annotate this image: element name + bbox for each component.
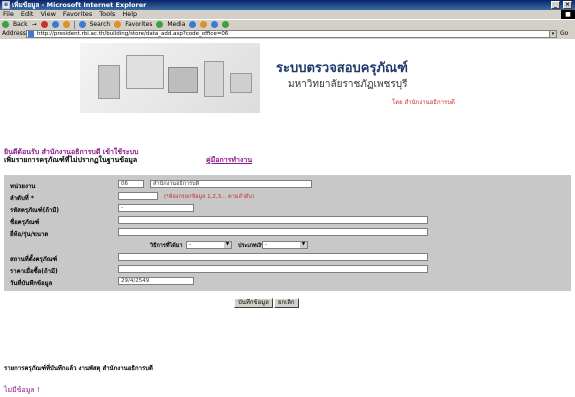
page-icon [28,31,34,37]
header-banner: ระบบตรวจสอบครุภัณฑ์ มหาวิทยาลัยราชภัฏเพช… [80,43,460,113]
manual-link[interactable]: คู่มือการทำงาน [206,155,252,166]
chevron-down-icon: ▼ [224,242,231,248]
search-icon[interactable] [78,21,86,28]
date-field[interactable]: 29/4/2549 [118,277,194,285]
name-label: ชื่อครุภัณฑ์ [10,219,40,226]
menu-file[interactable]: File [3,10,14,19]
favorites-button[interactable]: Favorites [125,20,152,29]
menu-bar: File Edit View Favorites Tools Help ■ [0,10,575,19]
date-label: วันที่บันทึกข้อมูล [10,280,53,287]
stop-icon[interactable] [40,21,48,28]
fund-type-selected: - [265,242,267,248]
address-bar: Address http://president.rbi.ac.th/build… [0,29,575,39]
code-label: รหัสครุภัณฑ์(ถ้ามี) [10,207,60,214]
fund-type-select[interactable]: - ▼ [262,241,308,249]
item-name-field[interactable] [118,216,428,224]
chevron-down-icon: ▼ [300,242,307,248]
brand-label: ยี่ห้อ/รุ่น/ขนาด [10,231,49,238]
office-equipment-image [80,43,260,113]
forward-button[interactable]: → [32,20,37,29]
saved-items-title: รายการครุภัณฑ์ที่บันทึกแล้ว งานพัสดุ สำน… [4,365,153,372]
add-item-form: หน่วยงาน 06 สำนักงานอธิการบดี ลำดับที่ *… [4,175,571,291]
university-name: มหาวิทยาลัยราชภัฏเพชรบุรี [288,79,408,90]
address-url: http://president.rbi.ac.th/building/stor… [37,31,229,37]
unit-label: หน่วยงาน [10,183,36,190]
address-input[interactable]: http://president.rbi.ac.th/building/stor… [26,30,557,38]
brand-field[interactable] [118,228,428,236]
acquire-selected: - [189,242,191,248]
refresh-icon[interactable] [51,21,59,28]
acquire-select[interactable]: - ▼ [186,241,232,249]
media-button[interactable]: Media [167,20,185,29]
acquire-label: วิธีการที่ได้มา [150,243,183,249]
unit-code-field[interactable]: 06 [118,180,144,188]
monitor-icon [230,73,252,93]
page-content: ระบบตรวจสอบครุภัณฑ์ มหาวิทยาลัยราชภัฏเพช… [0,39,575,397]
home-icon[interactable] [62,21,70,28]
order-field[interactable] [118,192,158,200]
address-label: Address [2,30,26,37]
price-label: ราคาเมื่อซื้อ(ถ้ามี) [10,268,58,275]
favorites-icon[interactable] [114,21,122,28]
cabinet-icon [204,61,224,97]
order-hint: (*ต้องกรอกข้อมูล 1,2,3... ตามลำดับ) [164,194,255,200]
type-label: ประเภทเงิน [238,243,265,249]
back-icon[interactable] [2,21,9,28]
order-label: ลำดับที่ * [10,195,34,202]
system-title: ระบบตรวจสอบครุภัณฑ์ [276,61,408,76]
minimize-button[interactable]: _ [551,1,560,9]
office-credit: โดย สำนักงานอธิการบดี [392,99,455,106]
toolbar-separator [73,20,75,29]
copier-icon [168,67,198,93]
mail-icon[interactable] [200,21,208,28]
windows-logo-icon: ■ [561,10,575,19]
page-heading: เพิ่มรายการครุภัณฑ์ที่ไม่ปรากฏในฐานข้อมู… [4,156,138,164]
location-label: สถานที่ตั้งครุภัณฑ์ [10,256,58,263]
toolbar: Back → Search Favorites Media [0,19,575,29]
window-title: เพิ่มข้อมูล - Microsoft Internet Explore… [12,1,147,9]
menu-favorites[interactable]: Favorites [63,10,92,19]
price-field[interactable] [118,265,428,273]
address-dropdown-icon[interactable]: ▾ [549,30,557,38]
unit-name-field[interactable]: สำนักงานอธิการบดี [150,180,312,188]
edit-icon[interactable] [222,21,230,28]
cancel-button[interactable]: ยกเลิก [274,298,299,308]
title-bar: e เพิ่มข้อมูล - Microsoft Internet Explo… [0,0,575,10]
media-icon[interactable] [156,21,164,28]
printer-icon [98,65,120,99]
menu-tools[interactable]: Tools [99,10,115,19]
computer-icon [126,55,164,89]
close-button[interactable]: × [563,1,572,9]
code-field[interactable]: - [118,204,194,212]
menu-view[interactable]: View [40,10,55,19]
search-button[interactable]: Search [90,20,111,29]
menu-help[interactable]: Help [122,10,137,19]
save-button[interactable]: บันทึกข้อมูล [234,298,273,308]
go-button[interactable]: Go [560,29,568,39]
history-icon[interactable] [189,21,197,28]
back-button[interactable]: Back [13,20,28,29]
menu-edit[interactable]: Edit [21,10,34,19]
location-field[interactable] [118,253,428,261]
no-data-message: ไม่มีข้อมูล ! [4,386,40,394]
ie-icon: e [2,1,10,9]
print-icon[interactable] [211,21,219,28]
